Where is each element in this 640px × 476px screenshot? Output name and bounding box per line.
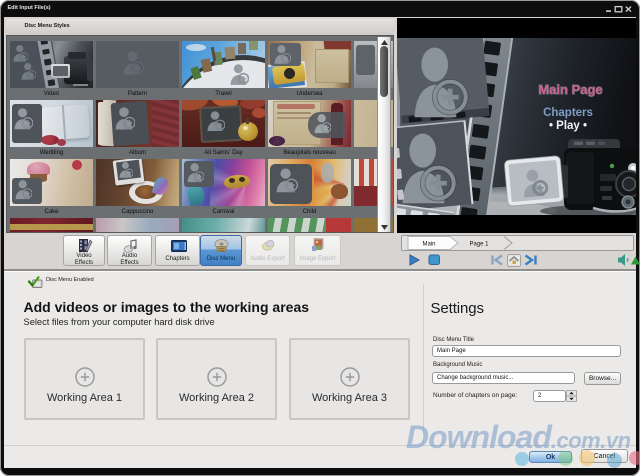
svg-text:• Play •: • Play • [549, 120, 587, 132]
svg-text:Page 1: Page 1 [469, 242, 489, 248]
svg-text:Main: Main [422, 242, 435, 248]
svg-text:Main Page: Main Page [538, 82, 602, 97]
svg-text:Chapters: Chapters [543, 107, 593, 119]
